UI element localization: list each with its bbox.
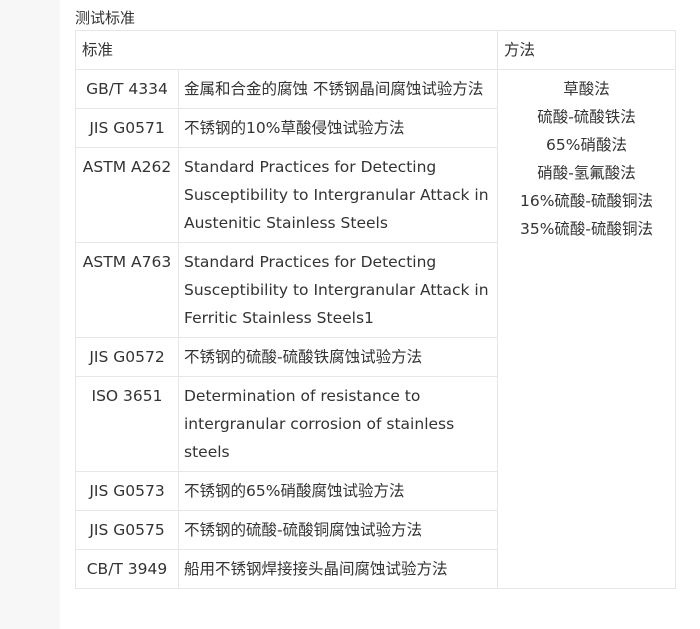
standard-code: JIS G0575 bbox=[75, 510, 179, 550]
standard-code: ASTM A262 bbox=[75, 147, 179, 243]
standard-name: Standard Practices for Detecting Suscept… bbox=[177, 242, 499, 338]
method-item: 硫酸-硫酸铁法 bbox=[537, 108, 636, 126]
standard-code: CB/T 3949 bbox=[75, 549, 179, 589]
header-method: 方法 bbox=[497, 30, 677, 70]
table-row: GB/T 4334 金属和合金的腐蚀 不锈钢晶间腐蚀试验方法 草酸法 硫酸-硫酸… bbox=[75, 69, 677, 589]
method-item: 16%硫酸-硫酸铜法 bbox=[519, 192, 654, 210]
left-margin-strip bbox=[0, 0, 60, 629]
standard-name: Standard Practices for Detecting Suscept… bbox=[177, 147, 499, 243]
standard-name: 不锈钢的硫酸-硫酸铁腐蚀试验方法 bbox=[177, 337, 499, 377]
standard-name: 金属和合金的腐蚀 不锈钢晶间腐蚀试验方法 bbox=[177, 69, 499, 109]
standard-name: Determination of resistance to intergran… bbox=[177, 376, 499, 472]
method-item: 草酸法 bbox=[563, 80, 610, 98]
method-item: 65%硝酸法 bbox=[546, 136, 627, 154]
standard-name: 不锈钢的10%草酸侵蚀试验方法 bbox=[177, 108, 499, 148]
standard-code: JIS G0573 bbox=[75, 471, 179, 511]
standard-name: 船用不锈钢焊接接头晶间腐蚀试验方法 bbox=[177, 549, 499, 589]
header-standard: 标准 bbox=[74, 30, 499, 70]
standard-code: GB/T 4334 bbox=[75, 69, 179, 109]
standard-code: JIS G0571 bbox=[75, 108, 179, 148]
table-header-row: 标准 方法 bbox=[74, 30, 677, 70]
method-item: 硝酸-氢氟酸法 bbox=[537, 164, 636, 182]
standard-name: 不锈钢的硫酸-硫酸铜腐蚀试验方法 bbox=[177, 510, 499, 550]
standards-table: 标准 方法 GB/T 4334 金属和合金的腐蚀 不锈钢晶间腐蚀试验方法 草酸法… bbox=[74, 30, 677, 589]
standard-code: ISO 3651 bbox=[75, 376, 179, 472]
methods-cell: 草酸法 硫酸-硫酸铁法 65%硝酸法 硝酸-氢氟酸法 16%硫酸-硫酸铜法 35… bbox=[497, 69, 677, 589]
method-item: 35%硫酸-硫酸铜法 bbox=[519, 220, 654, 238]
content-area: 测试标准 标准 方法 GB/T 4334 金属和合金的腐蚀 不锈钢晶间腐蚀试验方… bbox=[74, 0, 677, 589]
standard-code: ASTM A763 bbox=[75, 242, 179, 338]
section-title: 测试标准 bbox=[75, 9, 136, 27]
standard-name: 不锈钢的65%硝酸腐蚀试验方法 bbox=[177, 471, 499, 511]
standard-code: JIS G0572 bbox=[75, 337, 179, 377]
